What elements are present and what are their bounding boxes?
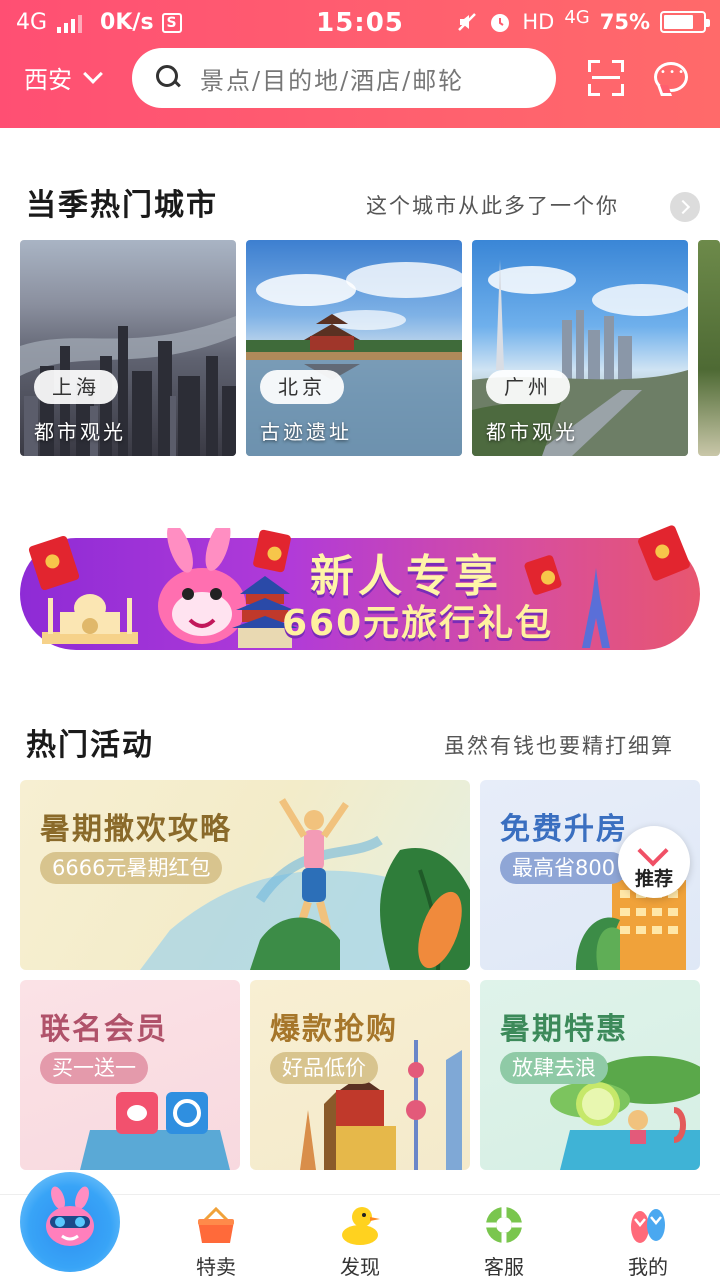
tile-tag: 放肆去浪: [500, 1052, 608, 1084]
chevron-down-icon: [637, 835, 669, 867]
red-envelope-icon: [523, 554, 563, 596]
city-card-beijing[interactable]: 北京 古迹遗址: [246, 240, 462, 456]
activity-summer-guide[interactable]: 暑期撒欢攻略 6666元暑期红包: [20, 780, 470, 970]
city-theme: 都市观光: [34, 420, 126, 444]
status-bar: 4G 0K/s S 15:05 HD 4G 75%: [0, 0, 720, 48]
tab-service[interactable]: 客服: [432, 1195, 576, 1280]
banner-subtitle: 660元旅行礼包: [282, 603, 554, 644]
city-card-partial[interactable]: [698, 240, 720, 456]
red-envelope-icon: [27, 534, 81, 592]
flip-flops-icon: [631, 1209, 665, 1243]
red-envelope-icon: [636, 524, 692, 582]
recommend-label: 推荐: [634, 868, 673, 890]
hd-label: HD: [522, 10, 555, 34]
network-type-right: 4G: [564, 6, 590, 28]
search-icon: [156, 65, 182, 91]
activities-title: 热门活动: [26, 728, 154, 763]
mascot-home-icon: [46, 1186, 94, 1246]
chevron-right-icon[interactable]: [670, 192, 700, 222]
eiffel-tower-icon: [582, 568, 610, 648]
search-placeholder: 景点/目的地/酒店/邮轮: [200, 66, 465, 95]
app-header: 4G 0K/s S 15:05 HD 4G 75% 西安 景点/目的地/酒店/邮…: [0, 0, 720, 128]
tab-label: 特卖: [196, 1255, 236, 1279]
tile-title: 暑期撒欢攻略: [40, 812, 232, 847]
status-right: HD 4G 75%: [456, 6, 710, 34]
tile-title: 免费升房: [500, 812, 628, 847]
activity-membership[interactable]: 联名会员 买一送一: [20, 980, 240, 1170]
tab-sale[interactable]: 特卖: [144, 1195, 288, 1280]
duck-icon: [342, 1207, 380, 1245]
activity-flash-sale[interactable]: 爆款抢购 好品低价: [250, 980, 470, 1170]
city-label: 西安: [24, 66, 72, 94]
tile-title: 联名会员: [40, 1012, 168, 1047]
tile-tag: 好品低价: [270, 1052, 378, 1084]
life-ring-icon: [486, 1207, 522, 1243]
city-card-guangzhou[interactable]: 广州 都市观光: [472, 240, 688, 456]
city-theme: 古迹遗址: [260, 420, 352, 444]
city-name: 上海: [34, 370, 118, 404]
message-icon[interactable]: [654, 62, 688, 92]
city-name: 北京: [260, 370, 344, 404]
city-carousel[interactable]: 上海 都市观光 北京 古迹遗址 广州 都市观光: [20, 240, 720, 456]
taj-mahal-icon: [42, 594, 138, 644]
city-card-shanghai[interactable]: 上海 都市观光: [20, 240, 236, 456]
chevron-down-icon: [83, 63, 103, 84]
shopping-basket-icon: [198, 1206, 234, 1243]
city-theme: 都市观光: [486, 420, 578, 444]
tab-home[interactable]: [20, 1172, 120, 1272]
tab-label: 客服: [484, 1255, 524, 1279]
hot-cities-title: 当季热门城市: [26, 188, 218, 223]
activities-subtitle: 虽然有钱也要精打细算: [444, 734, 674, 758]
city-selector[interactable]: 西安: [24, 60, 103, 95]
search-bar[interactable]: 景点/目的地/酒店/邮轮: [132, 48, 556, 108]
tab-mine[interactable]: 我的: [576, 1195, 720, 1280]
recommend-button[interactable]: 推荐: [618, 826, 690, 898]
city-name: 广州: [486, 370, 570, 404]
scan-icon[interactable]: [588, 60, 624, 96]
new-user-banner[interactable]: 新人专享 660元旅行礼包: [20, 524, 700, 650]
mute-icon: [458, 13, 477, 31]
tile-tag: 6666元暑期红包: [40, 852, 223, 884]
tab-label: 发现: [340, 1255, 380, 1279]
tile-title: 爆款抢购: [270, 1012, 398, 1047]
battery-percent: 75%: [599, 10, 650, 34]
header-nav: 西安 景点/目的地/酒店/邮轮: [0, 48, 720, 108]
hot-cities-subtitle[interactable]: 这个城市从此多了一个你: [366, 190, 619, 220]
tile-title: 暑期特惠: [500, 1012, 628, 1047]
tile-tag: 买一送一: [40, 1052, 148, 1084]
activity-summer-deals[interactable]: 暑期特惠 放肆去浪: [480, 980, 700, 1170]
tab-label: 我的: [628, 1255, 668, 1279]
tab-discover[interactable]: 发现: [288, 1195, 432, 1280]
battery-icon: [660, 11, 710, 33]
tile-tag: 最高省800: [500, 852, 628, 884]
alarm-icon: [491, 14, 510, 32]
